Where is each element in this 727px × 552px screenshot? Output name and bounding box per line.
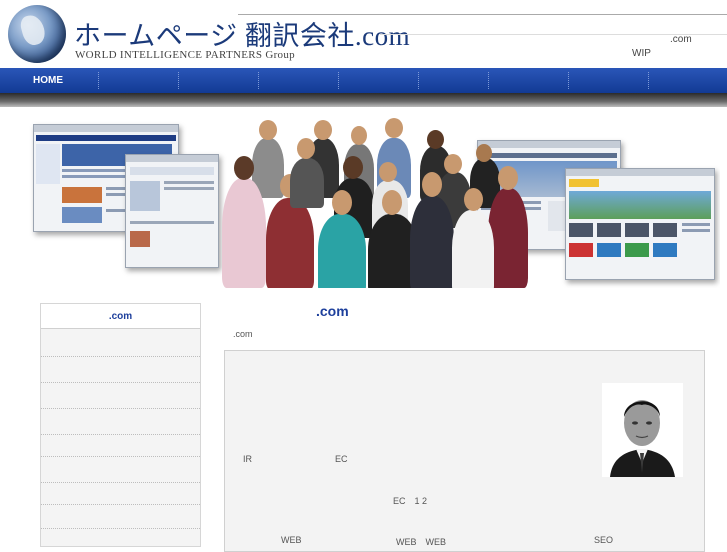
nav-item-home[interactable]: HOME [33,68,63,93]
website-screenshot-far-right [565,168,715,280]
header-domain-text: .com [670,34,692,45]
sidebar-panel: .com [40,303,201,547]
nav-shadow-band [0,93,727,107]
header-divider [238,14,727,15]
site-header: ホームページ 翻訳会社.com WORLD INTELLIGENCE PARTN… [0,0,727,68]
text-web-web: WEB WEB [396,537,447,547]
sidebar-divider [41,408,200,410]
sidebar-divider [41,456,200,458]
text-seo: SEO [594,535,614,545]
sidebar-divider [41,482,200,484]
main-title: .com [316,303,349,319]
sidebar-divider [41,434,200,436]
text-ir: IR [243,454,252,464]
globe-logo-icon[interactable] [8,5,66,63]
site-subtitle: WORLD INTELLIGENCE PARTNERS Group [75,49,295,61]
sidebar-divider [41,504,200,506]
ceo-portrait-image [602,383,683,477]
sidebar-heading[interactable]: .com [41,304,200,329]
header-wip-text: WIP [632,48,651,59]
main-nav: HOME [0,68,727,93]
main-subtitle: .com [233,329,253,339]
nav-separator [178,72,180,89]
text-web: WEB [281,535,302,545]
site-title[interactable]: ホームページ 翻訳会社.com [74,14,410,53]
nav-separator [488,72,490,89]
sidebar-divider [41,528,200,530]
sidebar-divider [41,356,200,358]
sidebar-divider [41,382,200,384]
hero-banner-image [7,110,720,288]
nav-separator [648,72,650,89]
nav-separator [568,72,570,89]
business-people-group [212,118,532,288]
nav-separator [338,72,340,89]
nav-separator [418,72,420,89]
text-ec-12: EC 1 2 [393,496,428,506]
nav-separator [98,72,100,89]
website-screenshot-mid-left [125,154,219,268]
text-ec: EC [335,454,348,464]
nav-separator [258,72,260,89]
